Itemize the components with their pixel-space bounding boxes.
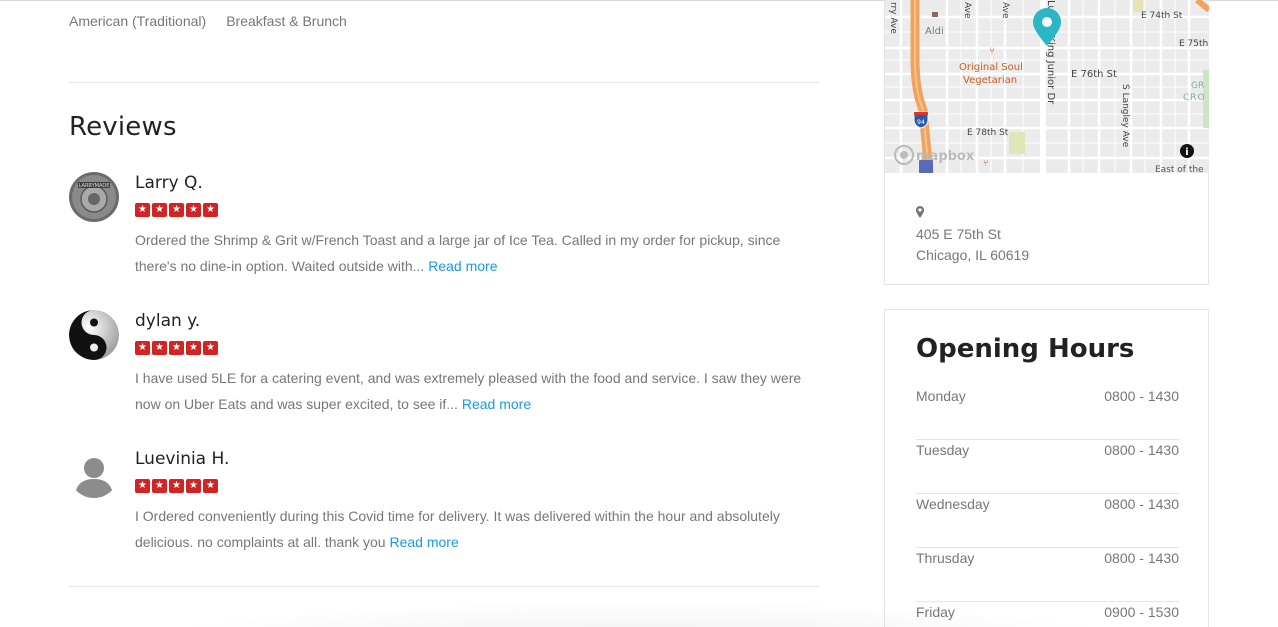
opening-hours-card: Opening Hours Monday 0800 - 1430 Tuesday… — [884, 309, 1209, 627]
svg-text:E 76th St: E 76th St — [1071, 69, 1117, 80]
star-icon: ★ — [203, 341, 218, 355]
hours-day: Friday — [916, 604, 955, 620]
opening-hours-heading: Opening Hours — [916, 334, 1135, 364]
svg-text:E 75th: E 75th — [1179, 39, 1208, 49]
svg-text:⑂: ⑂ — [983, 159, 988, 169]
hours-row: Thrusday 0800 - 1430 — [916, 548, 1179, 602]
reviewer-name[interactable]: Larry Q. — [135, 172, 815, 194]
star-icon: ★ — [186, 479, 201, 493]
svg-text:E 74th St: E 74th St — [1141, 11, 1183, 21]
hours-time: 0800 - 1430 — [1104, 496, 1179, 512]
svg-text:GR: GR — [1191, 81, 1204, 91]
svg-text:Aldi: Aldi — [925, 26, 944, 37]
hours-row: Friday 0900 - 1530 — [916, 602, 1179, 627]
map[interactable]: 94 Aldi Original Soul Vegetarian ⑂ E 74t… — [885, 0, 1209, 173]
star-icon: ★ — [152, 479, 167, 493]
hours-day: Wednesday — [916, 496, 990, 512]
star-icon: ★ — [152, 341, 167, 355]
hours-time: 0800 - 1430 — [1104, 550, 1179, 566]
star-icon: ★ — [152, 203, 167, 217]
star-rating: ★ ★ ★ ★ ★ — [135, 479, 815, 493]
read-more-link[interactable]: Read more — [428, 258, 497, 274]
star-rating: ★ ★ ★ ★ ★ — [135, 203, 815, 217]
hours-row: Monday 0800 - 1430 — [916, 386, 1179, 440]
svg-text:Ave: Ave — [962, 2, 972, 19]
review-text: I Ordered conveniently during this Covid… — [135, 508, 780, 550]
svg-text:CRO: CRO — [1183, 93, 1206, 103]
hours-row: Wednesday 0800 - 1430 — [916, 494, 1179, 548]
svg-text:mapbox: mapbox — [916, 149, 975, 164]
review-text: Ordered the Shrimp & Grit w/French Toast… — [135, 232, 781, 274]
hours-day: Thrusday — [916, 550, 975, 566]
category-tag[interactable]: Breakfast & Brunch — [226, 13, 347, 29]
map-marker-icon — [916, 203, 1029, 224]
read-more-link[interactable]: Read more — [389, 534, 458, 550]
star-rating: ★ ★ ★ ★ ★ — [135, 341, 815, 355]
category-list: American (Traditional) Breakfast & Brunc… — [69, 13, 347, 29]
star-icon: ★ — [186, 203, 201, 217]
svg-text:i: i — [1185, 147, 1188, 158]
review-text: I have used 5LE for a catering event, an… — [135, 370, 802, 412]
reviewer-name[interactable]: dylan y. — [135, 310, 815, 332]
svg-text:94: 94 — [917, 119, 925, 126]
star-icon: ★ — [203, 203, 218, 217]
svg-text:Ave: Ave — [1000, 2, 1010, 19]
section-divider — [69, 82, 819, 83]
address: 405 E 75th St Chicago, IL 60619 — [916, 203, 1029, 266]
star-icon: ★ — [135, 341, 150, 355]
hours-time: 0900 - 1530 — [1104, 604, 1179, 620]
star-icon: ★ — [135, 479, 150, 493]
star-icon: ★ — [186, 341, 201, 355]
hours-day: Tuesday — [916, 442, 970, 458]
svg-text:⑂: ⑂ — [989, 46, 995, 57]
avatar[interactable] — [69, 448, 119, 498]
hours-row: Tuesday 0800 - 1430 — [916, 440, 1179, 494]
svg-text:rry Ave: rry Ave — [888, 2, 898, 34]
svg-text:LARRYMADE: LARRYMADE — [79, 183, 110, 189]
location-card: 94 Aldi Original Soul Vegetarian ⑂ E 74t… — [884, 0, 1209, 285]
hours-time: 0800 - 1430 — [1104, 442, 1179, 458]
address-line: Chicago, IL 60619 — [916, 247, 1030, 263]
star-icon: ★ — [169, 479, 184, 493]
star-icon: ★ — [169, 341, 184, 355]
star-icon: ★ — [169, 203, 184, 217]
hours-time: 0800 - 1430 — [1104, 388, 1179, 404]
star-icon: ★ — [135, 203, 150, 217]
svg-text:E 78th St: E 78th St — [967, 128, 1009, 138]
read-more-link[interactable]: Read more — [462, 396, 531, 412]
reviewer-name[interactable]: Luevinia H. — [135, 448, 815, 470]
svg-text:East of the: East of the — [1155, 165, 1204, 173]
category-tag[interactable]: American (Traditional) — [69, 13, 206, 29]
svg-text:Vegetarian: Vegetarian — [963, 75, 1017, 86]
svg-text:Original Soul: Original Soul — [959, 62, 1023, 73]
svg-text:S Langley Ave: S Langley Ave — [1120, 84, 1130, 148]
section-divider — [69, 586, 819, 587]
avatar[interactable]: LARRYMADE — [69, 172, 119, 222]
avatar[interactable] — [69, 310, 119, 360]
hours-day: Monday — [916, 388, 966, 404]
reviews-heading: Reviews — [69, 112, 177, 142]
star-icon: ★ — [203, 479, 218, 493]
address-line: 405 E 75th St — [916, 226, 1001, 242]
